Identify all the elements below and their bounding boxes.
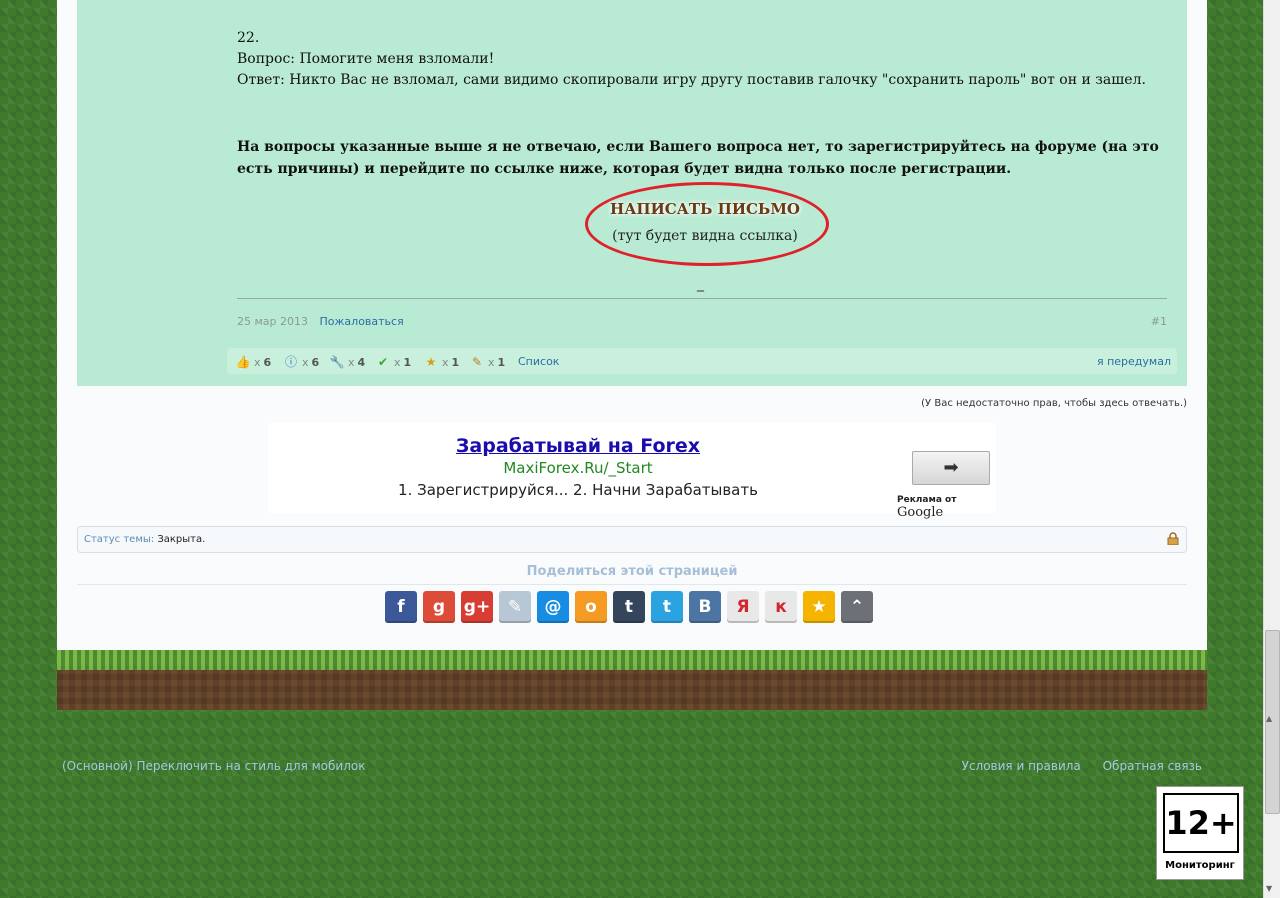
ad-attribution[interactable]: Реклама от Google [897,495,996,520]
status-value: Закрыта. [157,534,206,545]
rating-count: 6 [263,355,272,369]
post-body: 22. Вопрос: Помогите меня взломали! Отве… [237,28,1167,91]
rating-winner[interactable]: ★ x1 [423,354,460,370]
vkontakte-icon: В [698,597,712,617]
yandex-icon: Я [736,597,750,617]
ad-arrow-button[interactable]: ➡ [912,451,990,485]
facebook-icon: f [397,597,405,617]
ad-text: 1. Зарегистрируйся... 2. Начни Зарабатыв… [398,481,758,499]
ratings-bar: 👍 x6 ⓘ x6 🔧 x4 ✔ x1 ★ x1 ✎ x1 Список я п… [227,348,1177,374]
grass-top-texture [57,650,1207,670]
share-vkontakte-button[interactable]: В [689,591,721,623]
moi-krug-icon: к [775,597,787,617]
age-rating-badge[interactable]: 12+ Мониторинг [1156,786,1244,880]
rating-count: 1 [403,355,412,369]
signature-dash: _ [697,276,704,292]
share-twitter-button[interactable]: t [651,591,683,623]
share-facebook-button[interactable]: f [385,591,417,623]
odnoklassniki-icon: о [585,597,597,617]
share-more-button[interactable]: ⌃ [841,591,873,623]
ad-banner[interactable]: Зарабатывай на Forex MaxiForex.Ru/_Start… [268,423,996,520]
monitoring-label: Мониторинг [1165,860,1235,871]
question-number: 22. [237,30,260,46]
report-link[interactable]: Пожаловаться [320,315,404,328]
post-date[interactable]: 25 мар 2013 [237,315,308,328]
feedback-link[interactable]: Обратная связь [1103,759,1202,773]
rating-count: 6 [311,355,320,369]
share-bookmark-button[interactable]: ★ [803,591,835,623]
share-yandex-button[interactable]: Я [727,591,759,623]
hidden-link-note: (тут будет видна ссылка) [612,228,798,244]
more-icon: ⌃ [849,597,865,617]
ratings-list-link[interactable]: Список [518,355,559,368]
post-meta: 25 мар 2013 Пожаловаться #1 [237,315,1167,328]
ad-url[interactable]: MaxiForex.Ru/_Start [268,459,888,477]
changed-mind-link[interactable]: я передумал [1097,355,1171,368]
write-letter-link[interactable]: НАПИСАТЬ ПИСЬМО [585,200,825,218]
share-google-plus-button[interactable]: g+ [461,591,493,623]
google-icon: g [432,597,446,617]
scroll-up-arrow-icon[interactable]: ▲ [1266,714,1272,723]
footer-links: Условия и правила Обратная связь [944,759,1202,773]
ad-by-label: Реклама от [897,495,957,505]
share-moi-krug-button[interactable]: к [765,591,797,623]
google-logo: Google [897,505,944,520]
mail-ru-icon: @ [544,597,562,617]
share-google-button[interactable]: g [423,591,455,623]
rating-count: 1 [451,355,460,369]
rating-like[interactable]: 👍 x6 [235,354,272,370]
thread-status-bar: Статус темы: Закрыта. [77,526,1187,553]
mobile-style-link[interactable]: (Основной) Переключить на стиль для моби… [62,759,365,773]
ad-title-link[interactable]: Зарабатывай на Forex [268,435,888,457]
rating-info[interactable]: ⓘ x6 [283,354,319,370]
star-badge-icon: ★ [425,355,437,369]
rating-agree[interactable]: ✔ x1 [375,354,411,370]
question-text: Вопрос: Помогите меня взломали! [237,51,495,67]
rating-count: 4 [357,355,366,369]
checkmark-icon: ✔ [377,355,389,369]
bookmark-icon: ★ [811,597,827,617]
answer-text: Ответ: Никто Вас не взломал, сами видимо… [237,72,1146,88]
share-tumblr-button[interactable]: t [613,591,645,623]
share-mail-ru-button[interactable]: @ [537,591,569,623]
age-rating: 12+ [1163,793,1239,853]
livejournal-icon: ✎ [507,597,523,617]
lock-icon [1167,532,1179,545]
arrow-right-icon: ➡ [943,457,959,478]
post-permalink[interactable]: #1 [1151,315,1167,328]
twitter-icon: t [662,597,672,617]
notice-text: На вопросы указанные выше я не отвечаю, … [237,139,1159,177]
share-title: Поделиться этой страницей [526,564,738,579]
share-divider [77,584,1187,585]
rating-creative[interactable]: ✎ x1 [469,354,505,370]
highlight-ellipse [585,182,829,266]
google-plus-icon: g+ [463,597,491,617]
rating-count: 1 [497,355,506,369]
no-rights-notice: (У Вас недостаточно прав, чтобы здесь от… [921,398,1187,409]
thumbs-up-icon: 👍 [235,355,251,369]
post-divider [237,298,1167,299]
pencil-icon: ✎ [471,355,483,369]
terms-link[interactable]: Условия и правила [962,759,1081,773]
tumblr-icon: t [624,597,634,617]
status-label: Статус темы: [84,534,155,545]
info-icon: ⓘ [284,355,297,369]
share-odnoklassniki-button[interactable]: о [575,591,607,623]
rating-wrench[interactable]: 🔧 x4 [329,354,366,370]
scroll-down-arrow-icon[interactable]: ▼ [1266,884,1272,893]
share-livejournal-button[interactable]: ✎ [499,591,531,623]
wrench-icon: 🔧 [329,355,345,369]
share-buttons: f g g+ ✎ @ о t t В Як ★ ⌃ [385,591,873,623]
